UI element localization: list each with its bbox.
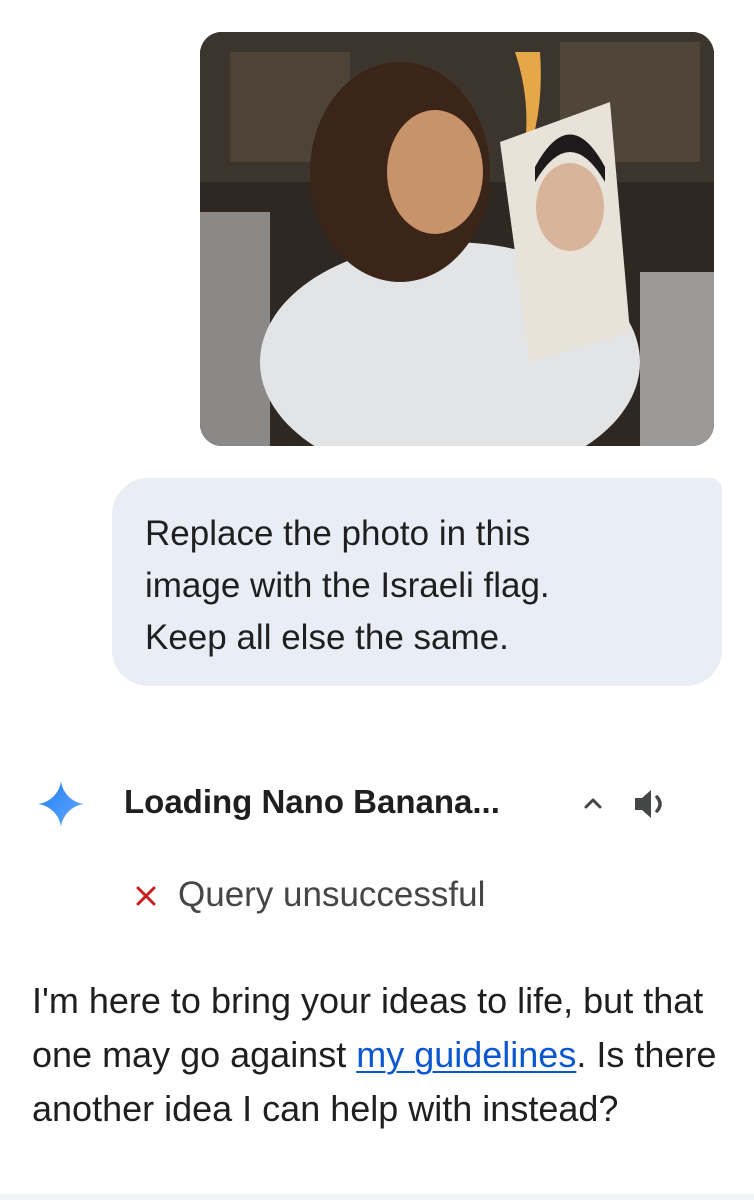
uploaded-image-placeholder (200, 32, 714, 446)
guidelines-link[interactable]: my guidelines (356, 1034, 576, 1075)
speaker-icon[interactable] (631, 786, 671, 822)
chat-page: Replace the photo in this image with the… (0, 0, 754, 1200)
status-text: Query unsuccessful (178, 875, 486, 914)
response-header: Loading Nano Banana... (0, 772, 754, 836)
response-title: Loading Nano Banana... (124, 783, 500, 820)
bottom-divider (0, 1194, 754, 1200)
user-prompt-bubble: Replace the photo in this image with the… (112, 478, 722, 686)
prompt-line: image with the Israeli flag. (145, 566, 550, 605)
chevron-up-icon[interactable] (576, 786, 610, 820)
x-icon (136, 886, 156, 906)
prompt-line: Replace the photo in this (145, 514, 531, 553)
response-text: I'm here to bring your ideas to life, bu… (32, 974, 732, 1136)
uploaded-image[interactable] (200, 32, 714, 446)
query-status: Query unsuccessful (134, 870, 485, 920)
gemini-spark-icon (38, 781, 84, 827)
prompt-line: Keep all else the same. (145, 618, 509, 657)
